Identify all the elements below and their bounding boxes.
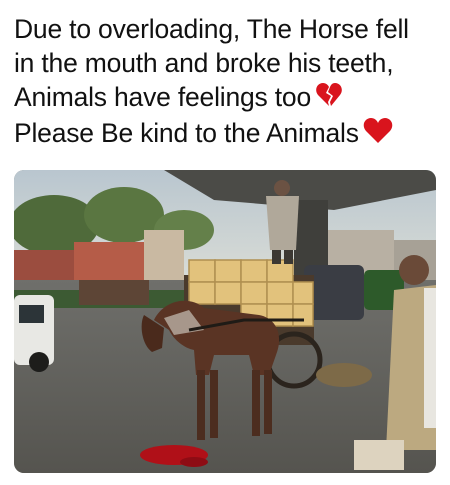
post-photo [14,170,436,473]
caption-line-4: Please Be kind to the Animals [14,116,442,152]
caption-line-1: Due to overloading, The Horse fell [14,14,409,44]
caption-line-3-text: Animals have feelings too [14,82,311,112]
caption-line-4-text: Please Be kind to the Animals [14,118,359,148]
caption-line-3: Animals have feelings too [14,80,442,116]
sack [316,363,372,387]
ground-box [354,440,404,470]
caption-line-2: in the mouth and broke his teeth, [14,48,394,78]
post-caption: Due to overloading, The Horse fell in th… [14,12,442,152]
horse-cart-photo [14,170,436,473]
red-heart-icon [363,118,393,152]
broken-heart-icon [315,82,343,116]
